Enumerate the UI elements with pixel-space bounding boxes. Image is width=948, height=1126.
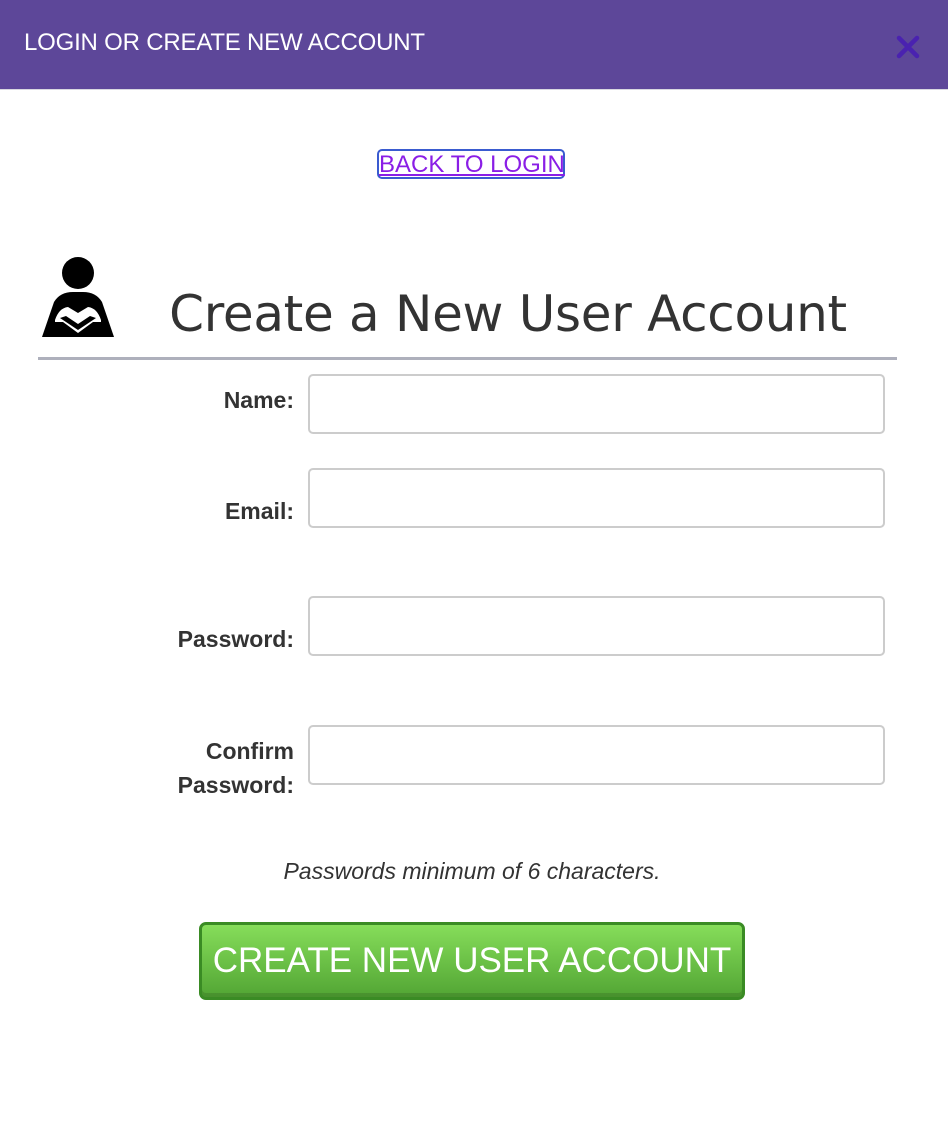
confirm-password-label-line1: Confirm (205, 738, 294, 764)
name-field[interactable] (308, 374, 885, 434)
password-hint: Passwords minimum of 6 characters. (283, 858, 661, 884)
modal-title: LOGIN OR CREATE NEW ACCOUNT (24, 29, 425, 56)
confirm-password-label-line2: Password: (177, 772, 294, 798)
password-field[interactable] (308, 596, 885, 656)
modal-header: LOGIN OR CREATE NEW ACCOUNT (0, 0, 948, 90)
name-label: Name: (223, 387, 294, 413)
create-account-button[interactable]: CREATE NEW USER ACCOUNT (199, 922, 745, 1000)
email-label: Email: (224, 498, 294, 524)
password-label: Password: (177, 626, 294, 652)
email-field[interactable] (308, 468, 885, 528)
page-title: Create a New User Account (169, 285, 847, 343)
confirm-password-field[interactable] (308, 725, 885, 785)
user-icon (40, 256, 116, 340)
back-to-login-link[interactable]: BACK TO LOGIN (377, 149, 565, 179)
close-icon[interactable] (892, 32, 924, 62)
confirm-password-label: Confirm Password: (178, 734, 294, 802)
title-divider (38, 357, 897, 360)
